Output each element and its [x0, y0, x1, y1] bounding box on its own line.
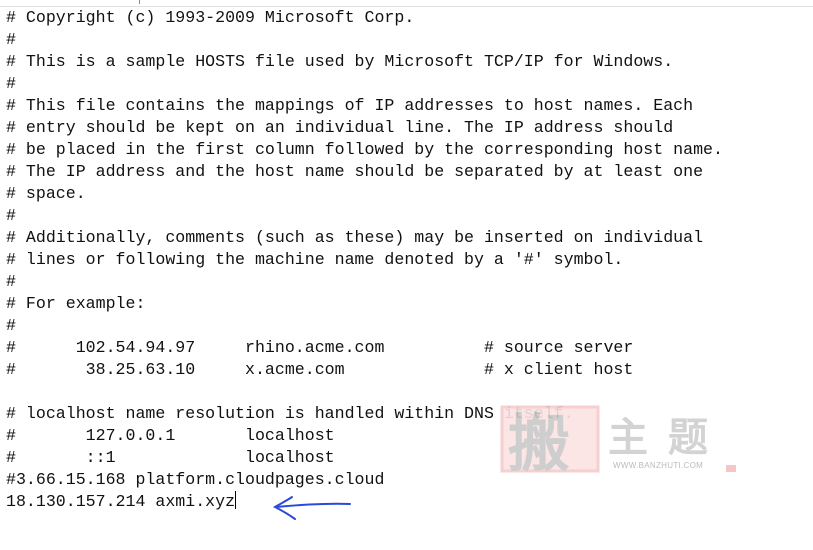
- editor-line: # This is a sample HOSTS file used by Mi…: [6, 52, 674, 71]
- editor-line-current: 18.130.157.214 axmi.xyz: [6, 491, 723, 513]
- text-caret: [235, 491, 237, 509]
- editor-line-text: 18.130.157.214 axmi.xyz: [6, 492, 236, 511]
- editor-line: # The IP address and the host name shoul…: [6, 162, 704, 181]
- svg-text:主: 主: [608, 415, 648, 461]
- editor-line: #: [6, 272, 16, 291]
- editor-line: # be placed in the first column followed…: [6, 140, 723, 159]
- editor-line: # lines or following the machine name de…: [6, 250, 624, 269]
- editor-line: # entry should be kept on an individual …: [6, 118, 674, 137]
- watermark-url: WWW.BANZHUTI.COM: [613, 461, 704, 470]
- hand-drawn-arrow-left-icon: [272, 496, 351, 520]
- editor-line: # 102.54.94.97 rhino.acme.com # source s…: [6, 338, 634, 357]
- window-top-edge: [0, 0, 813, 7]
- tab-marker: [139, 0, 140, 4]
- svg-text:题: 题: [668, 415, 708, 461]
- svg-text:搬: 搬: [508, 407, 570, 475]
- editor-line: #: [6, 74, 16, 93]
- editor-line: # space.: [6, 184, 86, 203]
- editor-line: #: [6, 206, 16, 225]
- editor-line: # For example:: [6, 294, 146, 313]
- editor-line: # Additionally, comments (such as these)…: [6, 228, 704, 247]
- editor-line: #: [6, 30, 16, 49]
- editor-line: # Copyright (c) 1993-2009 Microsoft Corp…: [6, 8, 415, 27]
- editor-line: # 38.25.63.10 x.acme.com # x client host: [6, 360, 634, 379]
- editor-line: #: [6, 316, 16, 335]
- editor-line: # This file contains the mappings of IP …: [6, 96, 694, 115]
